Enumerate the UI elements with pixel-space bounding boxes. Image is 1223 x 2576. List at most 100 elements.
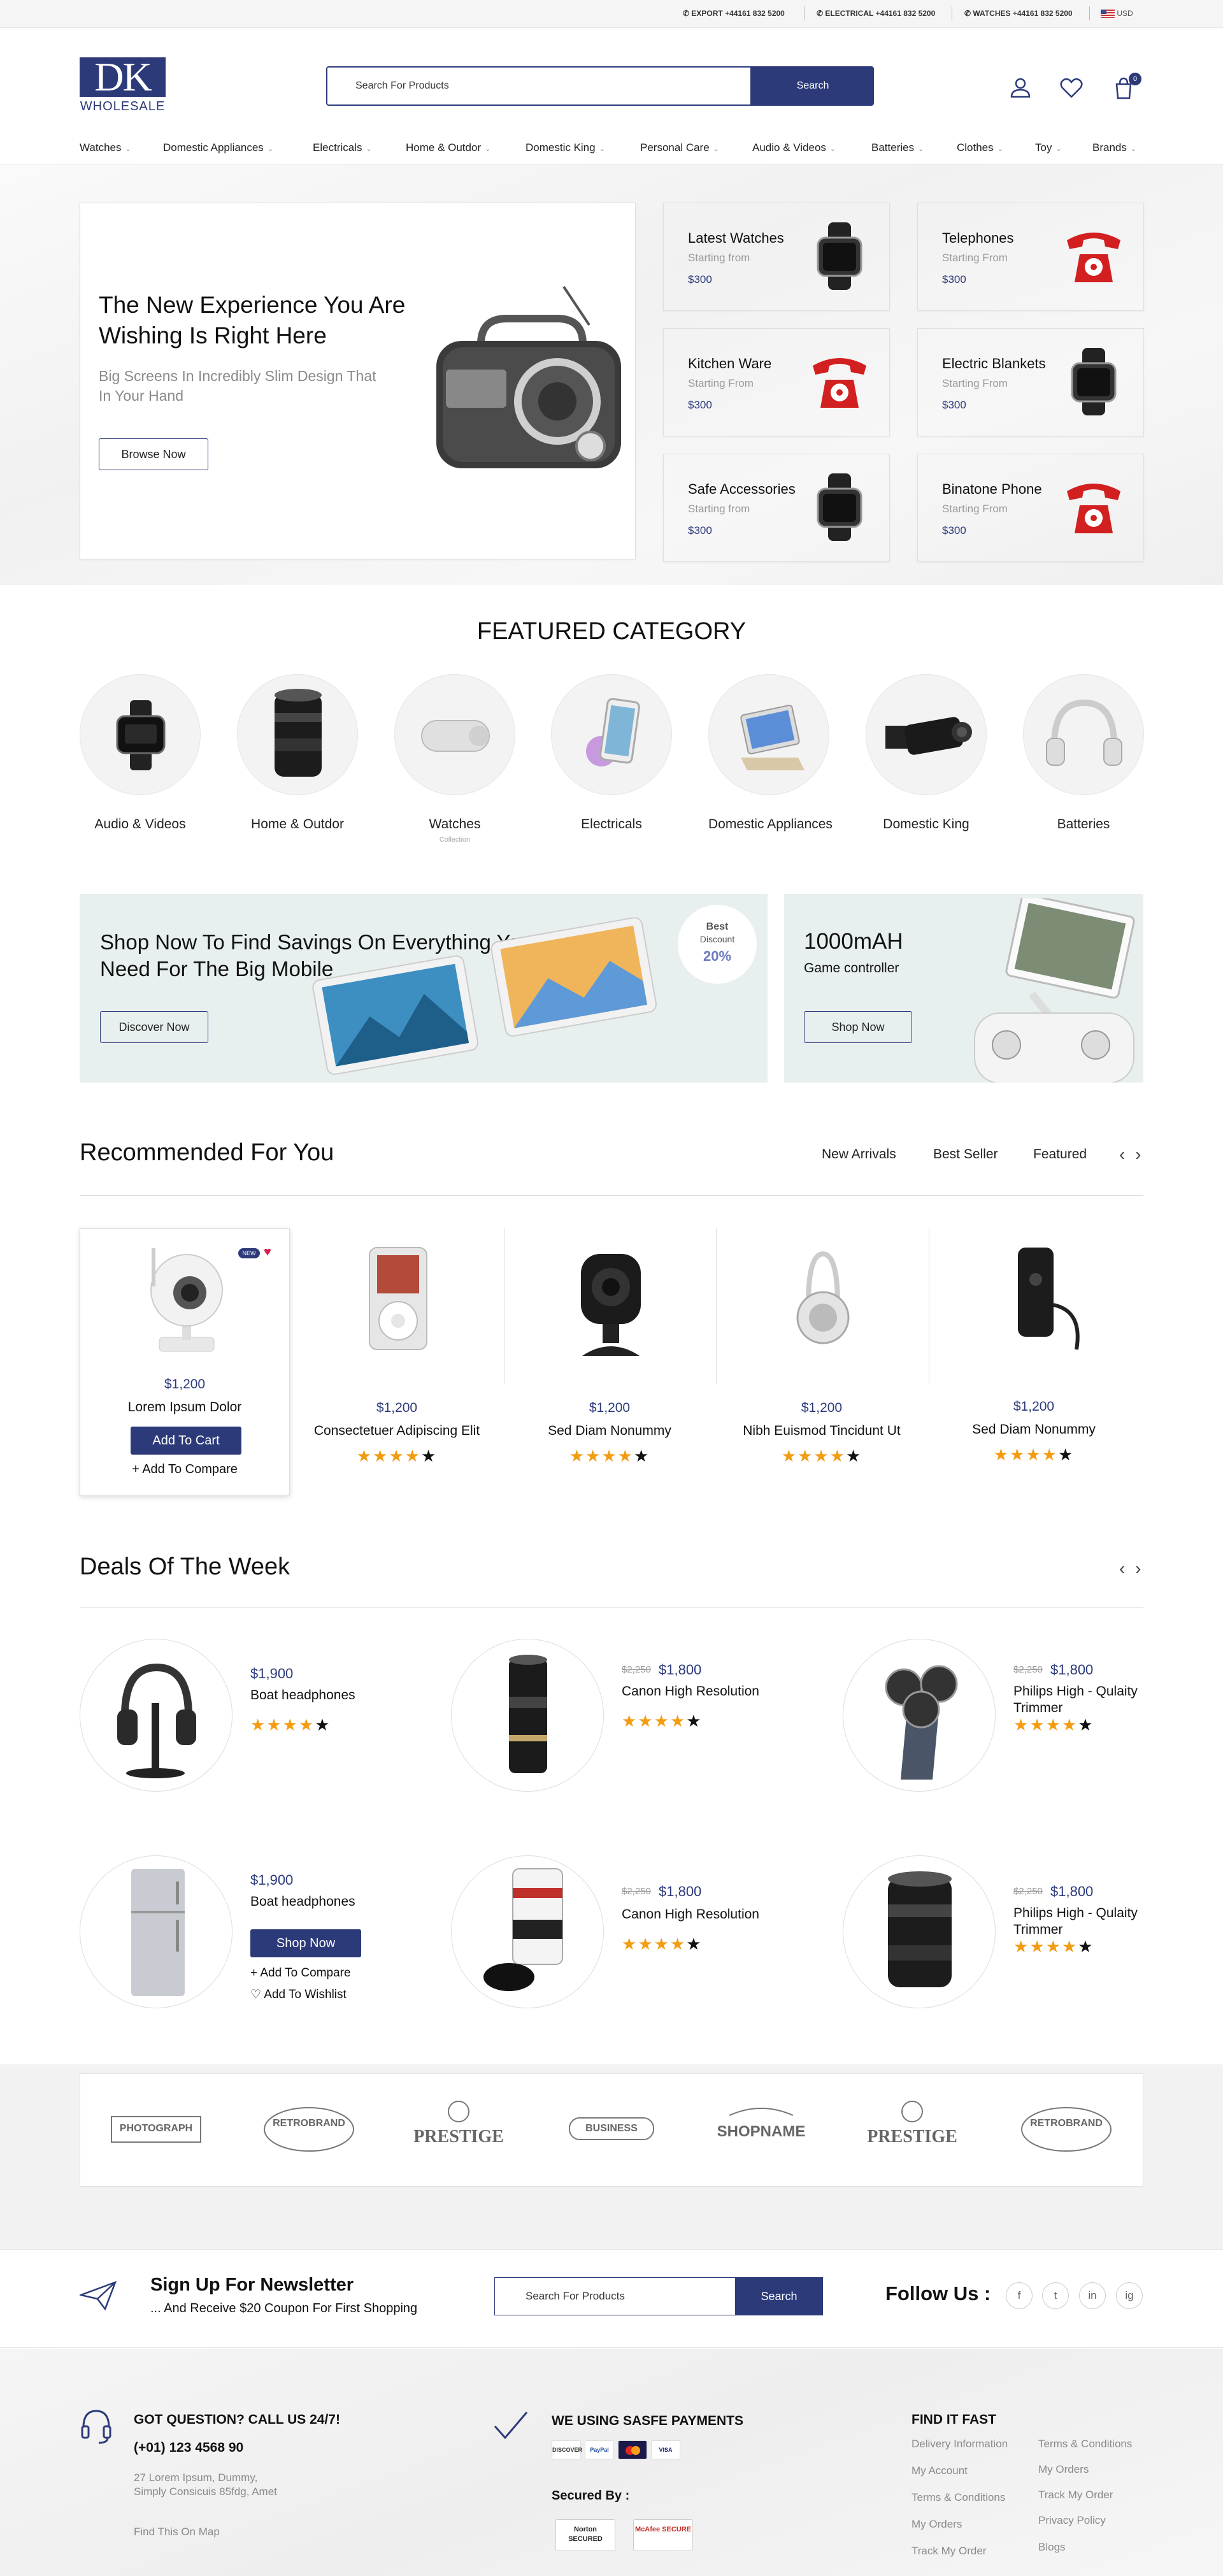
telephoto-lens-icon [509, 1655, 547, 1773]
linkedin-icon[interactable]: in [1079, 2282, 1106, 2309]
featured-item-batteries[interactable]: Batteries [1023, 674, 1144, 832]
footer-link[interactable]: Track My Order [1038, 2489, 1113, 2501]
wishlist-heart-icon[interactable] [1059, 75, 1084, 101]
brand-logo-retrobrand[interactable]: RETROBRAND [1015, 2097, 1117, 2165]
product-card[interactable]: $1,200 Consectetuer Adipiscing Elit ★★★★… [292, 1228, 502, 1496]
add-to-wishlist-link[interactable]: ♡ Add To Wishlist [250, 1987, 347, 2003]
nav-item-home-outdor[interactable]: Home & Outdor ⌄ [406, 141, 490, 154]
nav-item-batteries[interactable]: Batteries ⌄ [871, 141, 924, 154]
deal-item[interactable]: $1,900 Boat headphones ★★★★★ [80, 1639, 436, 1792]
product-card[interactable]: $1,200 Sed Diam Nonummy ★★★★★ [929, 1228, 1139, 1496]
support-phone[interactable]: (+01) 123 4568 90 [134, 2440, 243, 2456]
currency-selector[interactable]: USD [1101, 9, 1133, 18]
nav-item-domestic-appliances[interactable]: Domestic Appliances ⌄ [163, 141, 273, 154]
find-on-map-link[interactable]: Find This On Map [134, 2526, 220, 2538]
chevron-right-icon[interactable]: › [1135, 1558, 1141, 1579]
heart-icon[interactable]: ♥ [264, 1245, 271, 1260]
footer-link[interactable]: Terms & Conditions [912, 2491, 1005, 2504]
follow-us-label: Follow Us : [885, 2282, 991, 2305]
featured-item-audio-videos[interactable]: Audio & Videos [80, 674, 201, 832]
nav-item-toy[interactable]: Toy ⌄ [1035, 141, 1062, 154]
category-card-latest-watches[interactable]: Latest Watches Starting from $300 [663, 203, 890, 311]
star-filled-icon: ★ [1013, 1937, 1030, 1956]
shop-now-button[interactable]: Shop Now [804, 1011, 912, 1043]
star-filled-icon: ★ [356, 1446, 373, 1465]
product-card[interactable]: $1,200 Sed Diam Nonummy ★★★★★ [504, 1228, 715, 1496]
footer-link[interactable]: My Account [912, 2464, 968, 2477]
divider [1089, 6, 1090, 20]
deal-item[interactable]: $2,250 $1,800 Philips High - Qulaity Tri… [843, 1855, 1199, 2008]
discover-now-button[interactable]: Discover Now [100, 1011, 208, 1043]
chevron-right-icon[interactable]: › [1135, 1144, 1141, 1165]
search-button[interactable]: Search [750, 68, 873, 104]
add-to-cart-button[interactable]: Add To Cart [131, 1427, 241, 1455]
star-filled-icon: ★ [797, 1446, 814, 1465]
brand-logo-prestige[interactable]: PRESTIGE [861, 2097, 963, 2165]
twitter-icon[interactable]: t [1042, 2282, 1069, 2309]
paypal-icon: PayPal [585, 2440, 614, 2459]
user-icon[interactable] [1008, 75, 1033, 101]
brand-logo-photograph[interactable]: PHOTOGRAPH [105, 2097, 207, 2165]
chevron-left-icon[interactable]: ‹ [1119, 1144, 1125, 1165]
brand-logo-shopname[interactable]: SHOPNAME [710, 2097, 812, 2165]
facebook-icon[interactable]: f [1006, 2282, 1033, 2309]
star-filled-icon: ★ [569, 1446, 586, 1465]
nav-item-electricals[interactable]: Electricals ⌄ [313, 141, 372, 154]
product-card[interactable]: $1,200 Nibh Euismod Tincidunt Ut ★★★★★ [717, 1228, 927, 1496]
add-to-compare-link[interactable]: + Add To Compare [250, 1965, 351, 1982]
featured-item-electricals[interactable]: Electricals [551, 674, 672, 832]
brand-logo-prestige[interactable]: PRESTIGE [408, 2097, 510, 2165]
brand-logo-business[interactable]: BUSINESS [561, 2097, 662, 2165]
featured-item-domestic-king[interactable]: Domestic King [866, 674, 987, 832]
deal-item[interactable]: $2,250 $1,800 Canon High Resolution ★★★★… [451, 1855, 808, 2008]
electrical-contact[interactable]: ✆ ELECTRICAL +44161 832 5200 [817, 9, 935, 18]
featured-item-home-outdor[interactable]: Home & Outdor [237, 674, 358, 832]
nav-item-audio-videos[interactable]: Audio & Videos ⌄ [752, 141, 836, 154]
tab-best-seller[interactable]: Best Seller [933, 1147, 998, 1162]
export-contact[interactable]: ✆ EXPORT +44161 832 5200 [683, 9, 785, 18]
star-filled-icon: ★ [829, 1446, 846, 1465]
footer-link[interactable]: Privacy Policy [1038, 2514, 1106, 2527]
nav-item-domestic-king[interactable]: Domestic King ⌄ [526, 141, 605, 154]
category-card-telephones[interactable]: Telephones Starting From $300 [917, 203, 1144, 311]
category-card-kitchen-ware[interactable]: Kitchen Ware Starting From $300 [663, 328, 890, 436]
add-to-compare-link[interactable]: + Add To Compare [80, 1462, 289, 1477]
deals-title: Deals Of The Week [80, 1553, 290, 1580]
watches-contact[interactable]: ✆ WATCHES +44161 832 5200 [964, 9, 1073, 18]
nav-item-clothes[interactable]: Clothes ⌄ [957, 141, 1003, 154]
deal-item[interactable]: $2,250 $1,800 Canon High Resolution ★★★★… [451, 1639, 808, 1792]
featured-item-domestic-appliances[interactable]: Domestic Appliances [708, 674, 833, 832]
featured-item-watches[interactable]: Watches Collection [394, 674, 515, 844]
instagram-icon[interactable]: ig [1116, 2282, 1143, 2309]
star-empty-icon: ★ [845, 1446, 862, 1465]
rating-stars: ★★★★★ [717, 1446, 927, 1466]
footer-link[interactable]: Blogs [1038, 2541, 1066, 2554]
category-card-binatone-phone[interactable]: Binatone Phone Starting From $300 [917, 454, 1144, 562]
nav-item-brands[interactable]: Brands ⌄ [1092, 141, 1136, 154]
category-card-electric-blankets[interactable]: Electric Blankets Starting From $300 [917, 328, 1144, 436]
deal-item[interactable]: $1,900 Boat headphones Shop Now + Add To… [80, 1855, 436, 2008]
footer-link[interactable]: Terms & Conditions [1038, 2438, 1132, 2450]
browse-now-button[interactable]: Browse Now [99, 438, 208, 470]
footer-link[interactable]: My Orders [912, 2518, 962, 2531]
search-input[interactable] [327, 68, 750, 104]
new-badge: NEW [238, 1248, 260, 1258]
tab-featured[interactable]: Featured [1033, 1147, 1087, 1162]
newsletter-search-button[interactable]: Search [735, 2277, 823, 2315]
nav-item-personal-care[interactable]: Personal Care ⌄ [640, 141, 719, 154]
shop-now-button[interactable]: Shop Now [250, 1929, 361, 1957]
address-line-1: 27 Lorem Ipsum, Dummy, [134, 2472, 258, 2484]
chevron-left-icon[interactable]: ‹ [1119, 1558, 1125, 1579]
category-card-safe-accessories[interactable]: Safe Accessories Starting from $300 [663, 454, 890, 562]
product-card[interactable]: NEW ♥ $1,200 Lorem Ipsum Dolor Add To Ca… [80, 1228, 290, 1496]
brand-logo-retrobrand[interactable]: RETROBRAND [258, 2097, 360, 2165]
tablet-icon [740, 705, 805, 770]
tab-new-arrivals[interactable]: New Arrivals [822, 1147, 896, 1162]
deal-item[interactable]: $2,250 $1,800 Philips High - Qulaity Tri… [843, 1639, 1199, 1792]
footer-link[interactable]: Track My Order [912, 2545, 986, 2558]
footer-link[interactable]: My Orders [1038, 2463, 1089, 2476]
footer-link[interactable]: Delivery Information [912, 2438, 1008, 2450]
logo[interactable]: DK [80, 57, 166, 97]
newsletter-input[interactable] [494, 2277, 735, 2315]
nav-item-watches[interactable]: Watches ⌄ [80, 141, 131, 154]
